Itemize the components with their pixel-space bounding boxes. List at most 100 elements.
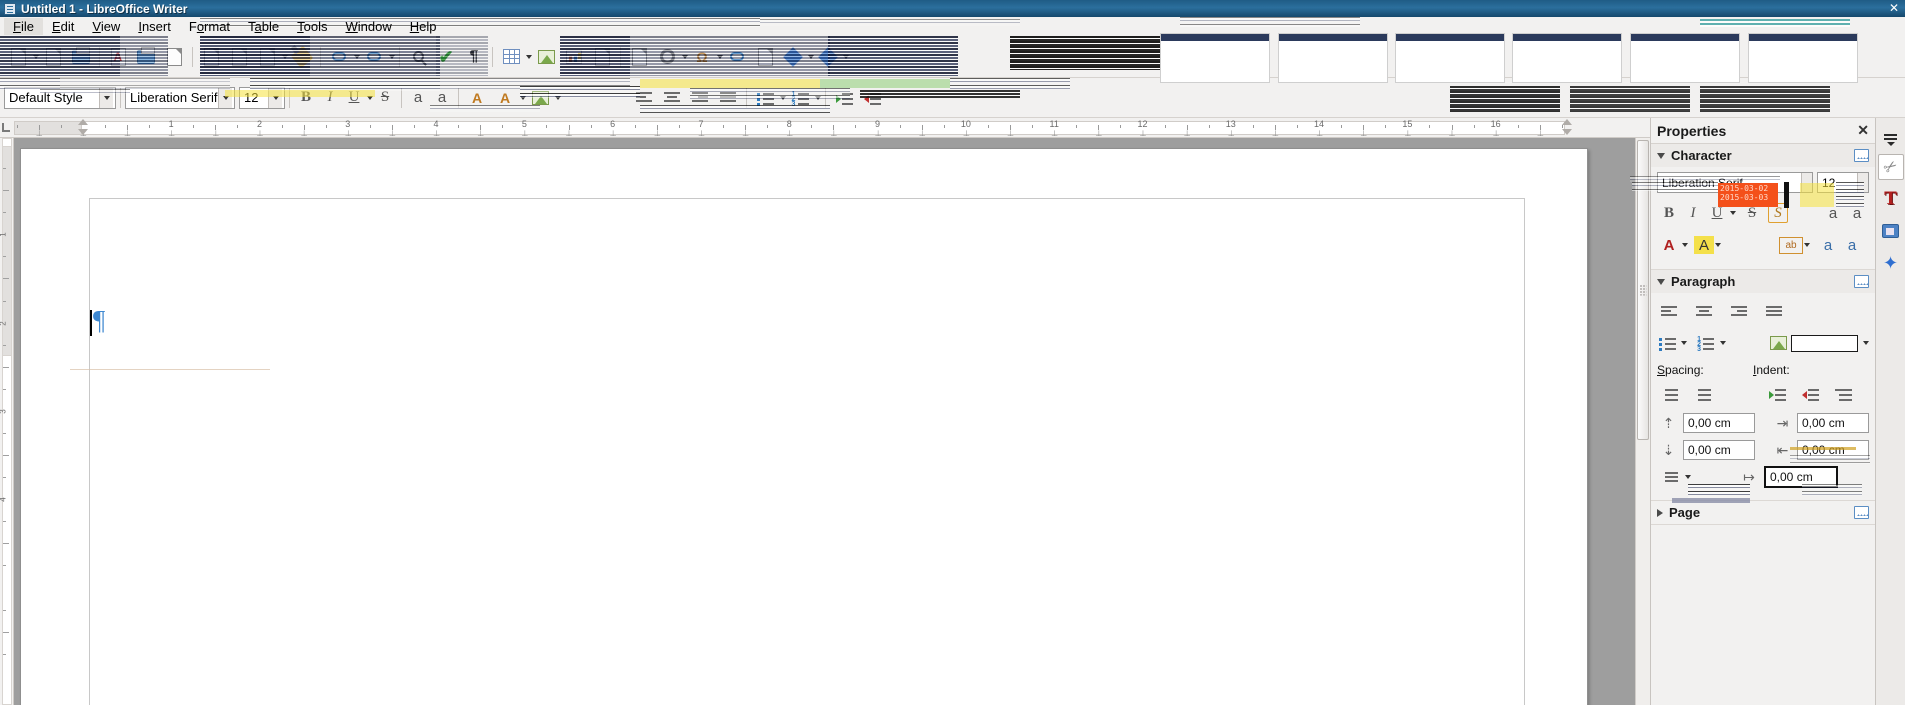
- sidebar-highlighting-dropdown-icon[interactable]: [1715, 243, 1721, 247]
- sidebar-character-spacing-button[interactable]: ab: [1779, 236, 1803, 254]
- sidebar-italic-button[interactable]: I: [1681, 201, 1705, 225]
- paste-button[interactable]: [254, 44, 280, 70]
- tab-properties[interactable]: ✂: [1877, 154, 1904, 180]
- default-tab-stop-icon[interactable]: ⊥: [1139, 129, 1146, 137]
- default-tab-stop-icon[interactable]: ⊥: [830, 129, 837, 137]
- new-document-dropdown-icon[interactable]: [33, 54, 39, 59]
- default-tab-stop-icon[interactable]: ⊥: [875, 129, 882, 137]
- decrease-spacing-button[interactable]: [1690, 383, 1714, 405]
- default-tab-stop-icon[interactable]: ⊥: [1537, 129, 1544, 137]
- tab-styles[interactable]: T: [1878, 186, 1904, 212]
- menu-help[interactable]: Help: [401, 18, 446, 35]
- default-tab-stop-icon[interactable]: ⊥: [610, 129, 617, 137]
- menu-file[interactable]: File: [4, 18, 43, 35]
- scrollbar-thumb[interactable]: [1637, 140, 1649, 440]
- undo-button[interactable]: [326, 44, 352, 70]
- default-tab-stop-icon[interactable]: ⊥: [1316, 129, 1323, 137]
- paragraph-align-right-button[interactable]: [1727, 301, 1751, 323]
- align-left-button[interactable]: [631, 85, 657, 111]
- first-line-indent-marker[interactable]: [78, 119, 88, 125]
- default-tab-stop-icon[interactable]: ⊥: [566, 129, 573, 137]
- default-tab-stop-icon[interactable]: ⊥: [1449, 129, 1456, 137]
- document-page[interactable]: ¶: [20, 148, 1588, 705]
- page-panel-header[interactable]: Page: [1651, 501, 1875, 524]
- tab-gallery[interactable]: [1878, 218, 1904, 244]
- redo-dropdown-icon[interactable]: [389, 54, 395, 59]
- new-document-button[interactable]: [5, 44, 31, 70]
- default-tab-stop-icon[interactable]: ⊥: [212, 129, 219, 137]
- sidebar-superscript-button[interactable]: a: [1816, 233, 1840, 257]
- default-tab-stop-icon[interactable]: ⊥: [1404, 129, 1411, 137]
- undo-dropdown-icon[interactable]: [354, 54, 360, 59]
- font-name-dropdown-icon[interactable]: [218, 87, 232, 108]
- paragraph-style-dropdown-icon[interactable]: [99, 87, 113, 108]
- print-preview-button[interactable]: [161, 44, 187, 70]
- redo-button[interactable]: [361, 44, 387, 70]
- font-name-combobox[interactable]: Liberation Serif: [125, 86, 235, 109]
- paragraph-background-dropdown-icon[interactable]: [1863, 341, 1870, 345]
- export-pdf-button[interactable]: [105, 44, 131, 70]
- right-indent-marker[interactable]: [1562, 119, 1572, 125]
- horizontal-ruler[interactable]: ⊥ ⊥ ⊥ 1 ⊥ ⊥ 2 ⊥ ⊥ 3 ⊥ ⊥ 4 ⊥ ⊥ 5 ⊥ ⊥ 6 ⊥ ⊥ 7 ⊥ ⊥ 8 ⊥ ⊥ 9 ⊥ ⊥ 10 ⊥ ⊥ 11 ⊥ ⊥ 12…: [0, 118, 1905, 138]
- text-body-frame[interactable]: [89, 198, 1525, 705]
- character-more-options-icon[interactable]: [1854, 149, 1869, 162]
- clear-formatting-button[interactable]: A: [464, 85, 490, 111]
- font-color-button[interactable]: A: [492, 85, 518, 111]
- unordered-list-dropdown-icon[interactable]: [1681, 341, 1688, 345]
- default-tab-stop-icon[interactable]: ⊥: [477, 129, 484, 137]
- paragraph-more-options-icon[interactable]: [1854, 275, 1869, 288]
- tab-navigator[interactable]: ✦: [1878, 250, 1904, 276]
- insert-special-character-button[interactable]: Ω: [689, 44, 715, 70]
- paragraph-background-button[interactable]: [1768, 332, 1788, 354]
- menu-edit[interactable]: Edit: [43, 18, 83, 35]
- copy-button[interactable]: [226, 44, 252, 70]
- sidebar-settings-button[interactable]: [1878, 122, 1904, 148]
- align-justified-button[interactable]: [715, 85, 741, 111]
- cut-button[interactable]: [198, 44, 224, 70]
- sidebar-bold-button[interactable]: B: [1657, 201, 1681, 225]
- hanging-indent-button[interactable]: [1831, 383, 1855, 405]
- menu-window[interactable]: Window: [337, 18, 401, 35]
- right-indent-marker-bottom[interactable]: [1562, 129, 1572, 135]
- default-tab-stop-icon[interactable]: ⊥: [433, 129, 440, 137]
- insert-textbox-button[interactable]: [589, 44, 615, 70]
- insert-pagebreak-button[interactable]: [626, 44, 652, 70]
- open-document-button[interactable]: [40, 44, 66, 70]
- default-tab-stop-icon[interactable]: ⊥: [1272, 129, 1279, 137]
- insert-field-button[interactable]: [654, 44, 680, 70]
- sidebar-font-size-spinner-icon[interactable]: [1857, 173, 1868, 192]
- first-line-indent-field[interactable]: 0,00 cm: [1764, 466, 1838, 488]
- sidebar-highlighting-button[interactable]: A: [1694, 236, 1714, 254]
- sidebar-decrease-font-size-button[interactable]: a: [1845, 201, 1869, 225]
- default-tab-stop-icon[interactable]: ⊥: [1228, 129, 1235, 137]
- spacing-above-field[interactable]: 0,00 cm: [1683, 413, 1755, 433]
- insert-table-dropdown-icon[interactable]: [526, 54, 532, 59]
- paragraph-align-center-button[interactable]: [1692, 301, 1716, 323]
- document-canvas[interactable]: ¶: [14, 138, 1650, 705]
- default-tab-stop-icon[interactable]: ⊥: [919, 129, 926, 137]
- decrease-indent-button[interactable]: [859, 85, 885, 111]
- paragraph-ordered-list-button[interactable]: 123: [1695, 332, 1715, 354]
- paragraph-align-left-button[interactable]: [1657, 301, 1681, 323]
- default-tab-stop-icon[interactable]: ⊥: [698, 129, 705, 137]
- formatting-marks-button[interactable]: ¶: [461, 44, 487, 70]
- indent-before-field[interactable]: 0,00 cm: [1797, 413, 1869, 433]
- sidebar-font-size-combobox[interactable]: 12: [1817, 172, 1869, 193]
- align-right-button[interactable]: [687, 85, 713, 111]
- align-center-button[interactable]: [659, 85, 685, 111]
- menu-tools[interactable]: Tools: [288, 18, 336, 35]
- increase-indent-button[interactable]: [1765, 383, 1789, 405]
- default-tab-stop-icon[interactable]: ⊥: [521, 129, 528, 137]
- sidebar-font-color-button[interactable]: A: [1657, 233, 1681, 257]
- save-document-button[interactable]: [68, 44, 94, 70]
- default-tab-stop-icon[interactable]: ⊥: [124, 129, 131, 137]
- insert-chart-button[interactable]: [561, 44, 587, 70]
- sidebar-subscript-button[interactable]: a: [1840, 233, 1864, 257]
- default-tab-stop-icon[interactable]: ⊥: [786, 129, 793, 137]
- increase-indent-button[interactable]: [831, 85, 857, 111]
- unordered-list-dropdown-icon[interactable]: [780, 95, 786, 100]
- insert-bookmark-button[interactable]: [780, 44, 806, 70]
- default-tab-stop-icon[interactable]: ⊥: [1095, 129, 1102, 137]
- default-tab-stop-icon[interactable]: ⊥: [301, 129, 308, 137]
- default-tab-stop-icon[interactable]: ⊥: [1051, 129, 1058, 137]
